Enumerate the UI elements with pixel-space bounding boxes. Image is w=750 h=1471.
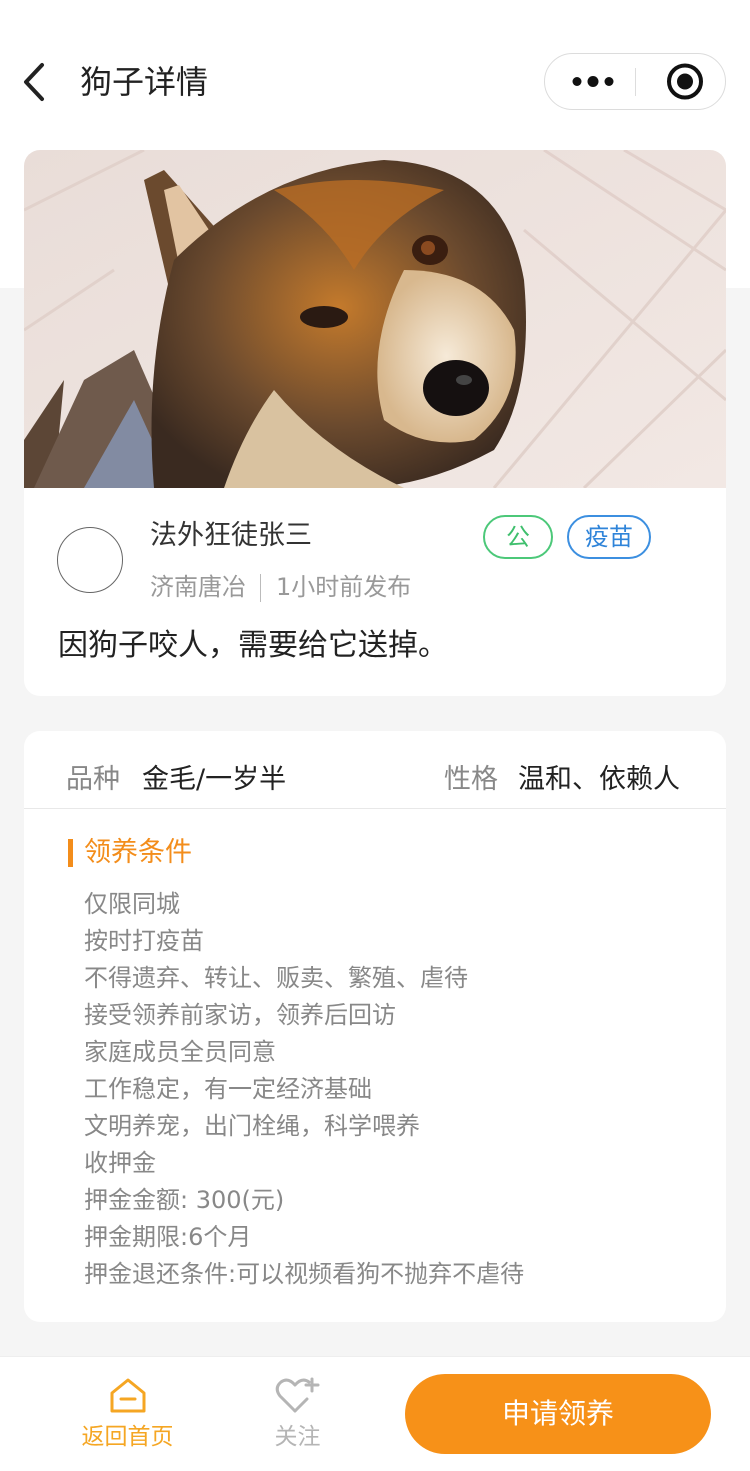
more-button[interactable] — [545, 54, 635, 109]
mini-program-capsule — [544, 53, 726, 110]
close-button[interactable] — [636, 54, 726, 109]
follow-label: 关注 — [274, 1424, 321, 1450]
temper-label: 性格 — [444, 764, 498, 795]
section-accent-bar — [68, 839, 73, 867]
details-card: 品种 金毛/一岁半 性格 温和、依赖人 领养条件 仅限同城 按时打疫苗 不得遗弃… — [24, 731, 726, 1322]
condition-item: 仅限同城 — [84, 890, 180, 918]
navbar: 狗子详情 — [0, 0, 750, 150]
post-time: 1小时前发布 — [276, 573, 412, 601]
record-icon — [667, 63, 703, 100]
condition-item: 押金期限:6个月 — [84, 1223, 252, 1251]
condition-item: 押金退还条件:可以视频看狗不抛弃不虐待 — [84, 1260, 525, 1288]
gender-tag: 公 — [483, 515, 553, 559]
vaccine-tag: 疫苗 — [567, 515, 651, 559]
page-title: 狗子详情 — [80, 63, 209, 101]
username: 法外狂徒张三 — [150, 520, 312, 551]
meta-divider — [260, 574, 261, 602]
post-card: 法外狂徒张三 公 疫苗 济南唐冶 1小时前发布 因狗子咬人，需要给它送掉。 — [24, 150, 726, 696]
conditions-title: 领养条件 — [84, 837, 192, 868]
location-text: 济南唐冶 — [150, 573, 246, 601]
condition-item: 按时打疫苗 — [84, 927, 204, 955]
bottom-action-bar: 返回首页 关注 申请领养 — [0, 1356, 750, 1471]
dog-photo[interactable] — [24, 150, 726, 488]
follow-button[interactable]: 关注 — [255, 1373, 340, 1457]
temper-value: 温和、依赖人 — [518, 764, 680, 795]
back-button[interactable] — [18, 60, 58, 104]
post-description: 因狗子咬人，需要给它送掉。 — [58, 628, 448, 663]
breed-label: 品种 — [66, 764, 120, 795]
apply-adopt-button[interactable]: 申请领养 — [405, 1374, 711, 1454]
condition-item: 押金金额: 300(元) — [84, 1186, 285, 1214]
condition-item: 文明养宠，出门栓绳，科学喂养 — [84, 1112, 420, 1140]
more-dots-icon — [572, 76, 614, 87]
avatar[interactable] — [57, 527, 123, 593]
condition-item: 接受领养前家访，领养后回访 — [84, 1001, 396, 1029]
condition-item: 家庭成员全员同意 — [84, 1038, 276, 1066]
condition-item: 收押金 — [84, 1149, 156, 1177]
divider — [24, 808, 726, 809]
heart-plus-icon — [275, 1377, 320, 1413]
breed-value: 金毛/一岁半 — [142, 764, 287, 795]
home-button[interactable]: 返回首页 — [70, 1373, 185, 1457]
home-icon — [110, 1378, 146, 1413]
condition-item: 工作稳定，有一定经济基础 — [84, 1075, 372, 1103]
home-label: 返回首页 — [81, 1424, 174, 1450]
conditions-list: 仅限同城 按时打疫苗 不得遗弃、转让、贩卖、繁殖、虐待 接受领养前家访，领养后回… — [84, 886, 524, 1293]
condition-item: 不得遗弃、转让、贩卖、繁殖、虐待 — [84, 964, 468, 992]
chevron-left-icon — [24, 63, 44, 101]
